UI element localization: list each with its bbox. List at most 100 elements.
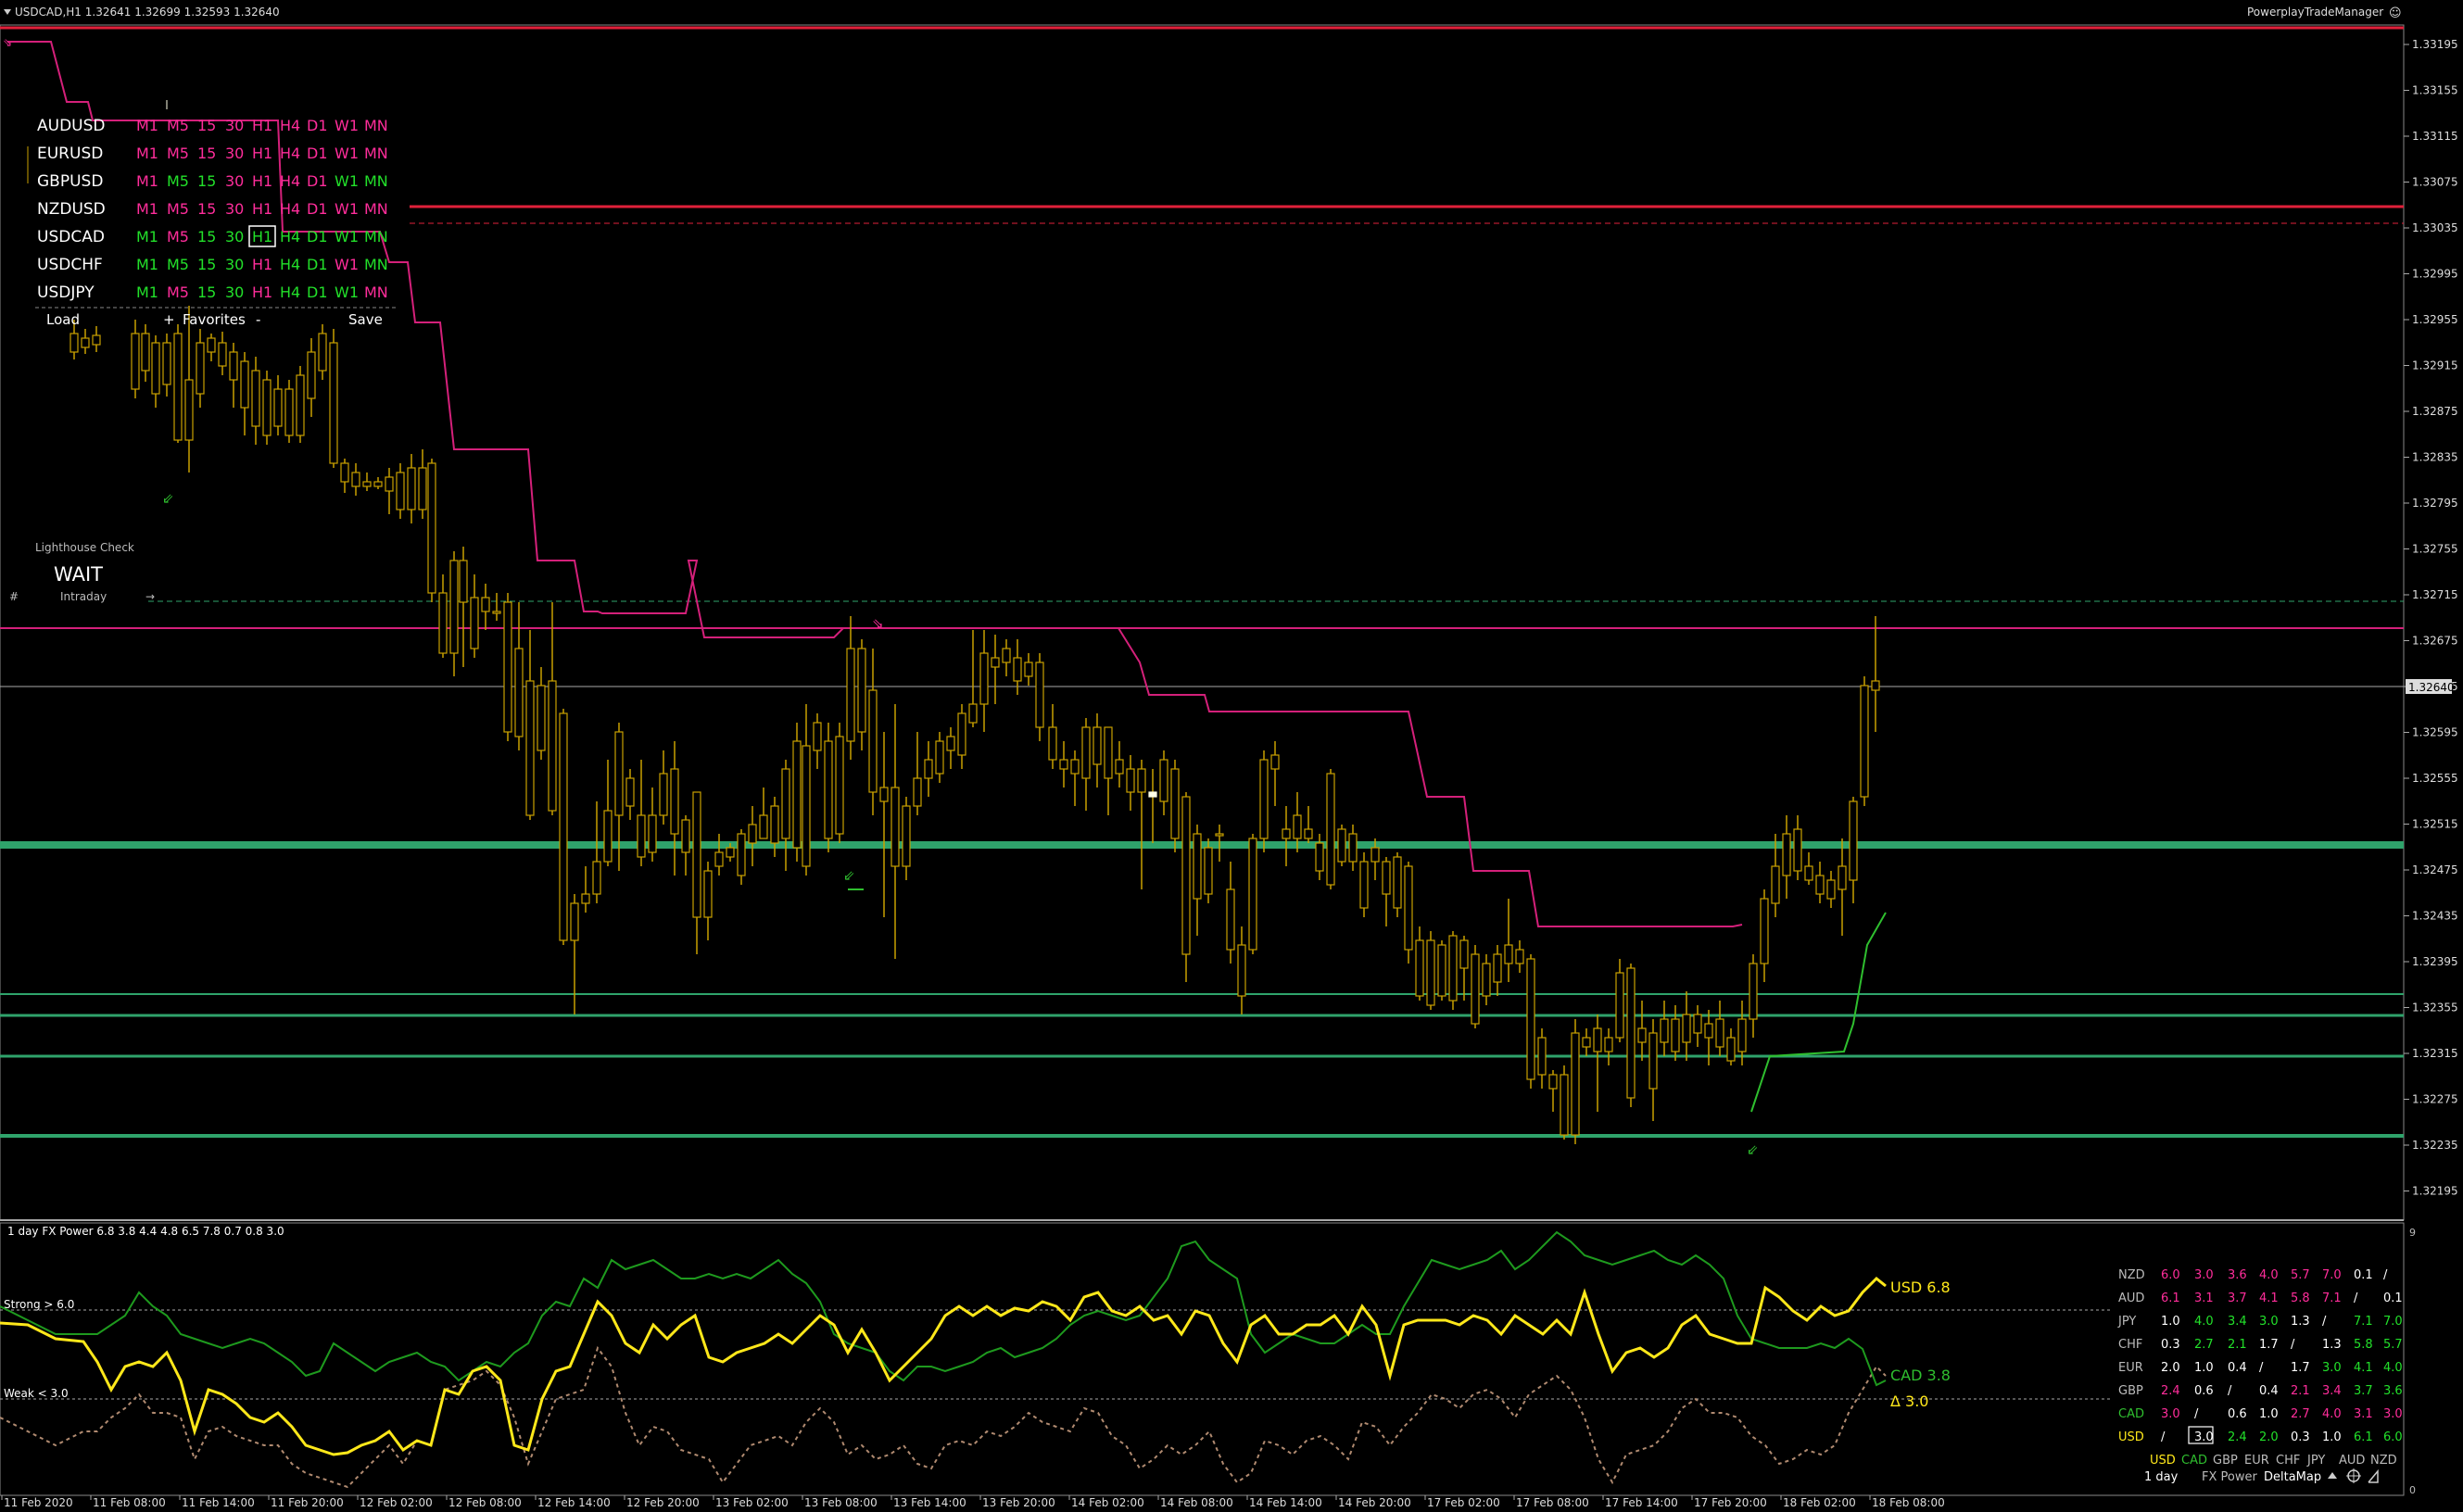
matrix-col-head-gbp[interactable]: GBP <box>2213 1454 2238 1468</box>
chart-menu-icon[interactable] <box>4 9 11 15</box>
timeframe-button-30[interactable]: 30 <box>225 172 244 190</box>
timeframe-button-30[interactable]: 30 <box>225 256 244 273</box>
matrix-cell: / <box>2161 1430 2166 1444</box>
matrix-col-head-aud[interactable]: AUD <box>2339 1454 2365 1468</box>
timeframe-button-d1[interactable]: D1 <box>307 172 328 190</box>
candle <box>1081 718 1091 811</box>
timeframe-button-mn[interactable]: MN <box>364 284 388 301</box>
timeframe-button-m1[interactable]: M1 <box>136 145 158 162</box>
symbol-gbpusd[interactable]: GBPUSD <box>37 172 103 191</box>
candle <box>1282 806 1291 866</box>
matrix-col-head-nzd[interactable]: NZD <box>2370 1454 2397 1468</box>
timeframe-button-h1[interactable]: H1 <box>252 284 272 301</box>
timeframe-button-m5[interactable]: M5 <box>167 172 189 190</box>
load-button[interactable]: Load <box>46 311 80 328</box>
timeframe-button-mn[interactable]: MN <box>364 172 388 190</box>
timeframe-button-mn[interactable]: MN <box>364 228 388 246</box>
time-tick-label: 17 Feb 20:00 <box>1694 1496 1767 1509</box>
timeframe-button-mn[interactable]: MN <box>364 200 388 218</box>
timeframe-button-mn[interactable]: MN <box>364 117 388 134</box>
timeframe-button-30[interactable]: 30 <box>225 145 244 162</box>
timeframe-button-h4[interactable]: H4 <box>280 228 300 246</box>
timeframe-button-w1[interactable]: W1 <box>335 145 359 162</box>
timeframe-button-h4[interactable]: H4 <box>280 256 300 273</box>
timeframe-button-mn[interactable]: MN <box>364 256 388 273</box>
timeframe-button-d1[interactable]: D1 <box>307 284 328 301</box>
timeframe-button-h4[interactable]: H4 <box>280 200 300 218</box>
matrix-cell: 4.0 <box>2194 1315 2214 1329</box>
symbol-usdjpy[interactable]: USDJPY <box>37 284 95 302</box>
matrix-col-head-cad[interactable]: CAD <box>2181 1454 2207 1468</box>
timeframe-button-d1[interactable]: D1 <box>307 117 328 134</box>
symbol-usdchf[interactable]: USDCHF <box>37 256 103 274</box>
timeframe-button-d1[interactable]: D1 <box>307 256 328 273</box>
timeframe-button-15[interactable]: 15 <box>197 145 216 162</box>
favorites-button[interactable]: Favorites <box>183 311 246 328</box>
timeframe-button-h1[interactable]: H1 <box>252 228 272 246</box>
matrix-col-head-usd[interactable]: USD <box>2150 1454 2176 1468</box>
timeframe-button-w1[interactable]: W1 <box>335 172 359 190</box>
trade-manager-label[interactable]: PowerplayTradeManager <box>2247 6 2383 19</box>
price-axis[interactable]: 1.33195 1.33155 1.33115 1.33075 1.33035 1.329… <box>2404 38 2458 1198</box>
matrix-col-head-jpy[interactable]: JPY <box>2306 1454 2325 1468</box>
price-tick-label: 1.32195 <box>2412 1185 2458 1198</box>
chart-window[interactable]: USDCAD,H1 1.32641 1.32699 1.32593 1.3264… <box>0 0 2463 1512</box>
timeframe-button-w1[interactable]: W1 <box>335 228 359 246</box>
timeframe-button-w1[interactable]: W1 <box>335 200 359 218</box>
timeframe-button-30[interactable]: 30 <box>225 284 244 301</box>
save-button[interactable]: Save <box>348 311 383 328</box>
matrix-col-head-chf[interactable]: CHF <box>2276 1454 2300 1468</box>
timeframe-button-w1[interactable]: W1 <box>335 284 359 301</box>
remove-favorite-button[interactable]: - <box>256 311 260 328</box>
timeframe-button-m1[interactable]: M1 <box>136 228 158 246</box>
timeframe-button-m5[interactable]: M5 <box>167 145 189 162</box>
timeframe-button-15[interactable]: 15 <box>197 117 216 134</box>
timeframe-button-h4[interactable]: H4 <box>280 117 300 134</box>
timeframe-button-m5[interactable]: M5 <box>167 228 189 246</box>
timeframe-button-m1[interactable]: M1 <box>136 117 158 134</box>
timeframe-button-h4[interactable]: H4 <box>280 284 300 301</box>
timeframe-button-d1[interactable]: D1 <box>307 228 328 246</box>
timeframe-button-15[interactable]: 15 <box>197 172 216 190</box>
timeframe-button-w1[interactable]: W1 <box>335 117 359 134</box>
deltamap-tab[interactable]: DeltaMap <box>2264 1470 2321 1484</box>
timeframe-button-15[interactable]: 15 <box>197 228 216 246</box>
timeframe-button-30[interactable]: 30 <box>225 117 244 134</box>
resize-icon[interactable] <box>2368 1468 2379 1483</box>
timeframe-button-h1[interactable]: H1 <box>252 200 272 218</box>
symbol-usdcad[interactable]: USDCAD <box>37 228 105 246</box>
timeframe-button-m1[interactable]: M1 <box>136 284 158 301</box>
add-favorite-button[interactable]: + <box>163 311 175 328</box>
period-selector[interactable]: 1 day <box>2144 1470 2179 1484</box>
timeframe-button-30[interactable]: 30 <box>225 200 244 218</box>
timeframe-button-h4[interactable]: H4 <box>280 172 300 190</box>
timeframe-button-m5[interactable]: M5 <box>167 284 189 301</box>
timeframe-button-15[interactable]: 15 <box>197 200 216 218</box>
timeframe-button-w1[interactable]: W1 <box>335 256 359 273</box>
timeframe-button-15[interactable]: 15 <box>197 284 216 301</box>
matrix-col-head-eur[interactable]: EUR <box>2244 1454 2269 1468</box>
time-axis[interactable]: 11 Feb 2020 11 Feb 08:00 11 Feb 14:00 11 Fe… <box>1 1495 1945 1509</box>
symbol-audusd[interactable]: AUDUSD <box>37 117 106 135</box>
timeframe-button-h1[interactable]: H1 <box>252 172 272 190</box>
candle <box>714 834 724 876</box>
symbol-eurusd[interactable]: EURUSD <box>37 145 103 163</box>
fx-power-tab[interactable]: FX Power <box>2202 1470 2257 1484</box>
timeframe-button-h4[interactable]: H4 <box>280 145 300 162</box>
timeframe-button-d1[interactable]: D1 <box>307 200 328 218</box>
timeframe-button-m5[interactable]: M5 <box>167 200 189 218</box>
timeframe-button-h1[interactable]: H1 <box>252 117 272 134</box>
timeframe-button-m1[interactable]: M1 <box>136 256 158 273</box>
timeframe-button-m5[interactable]: M5 <box>167 256 189 273</box>
collapse-icon[interactable] <box>2328 1472 2337 1479</box>
timeframe-button-mn[interactable]: MN <box>364 145 388 162</box>
symbol-nzdusd[interactable]: NZDUSD <box>37 200 106 219</box>
timeframe-button-m5[interactable]: M5 <box>167 117 189 134</box>
timeframe-button-h1[interactable]: H1 <box>252 145 272 162</box>
timeframe-button-m1[interactable]: M1 <box>136 200 158 218</box>
timeframe-button-30[interactable]: 30 <box>225 228 244 246</box>
timeframe-button-15[interactable]: 15 <box>197 256 216 273</box>
timeframe-button-d1[interactable]: D1 <box>307 145 328 162</box>
timeframe-button-m1[interactable]: M1 <box>136 172 158 190</box>
timeframe-button-h1[interactable]: H1 <box>252 256 272 273</box>
